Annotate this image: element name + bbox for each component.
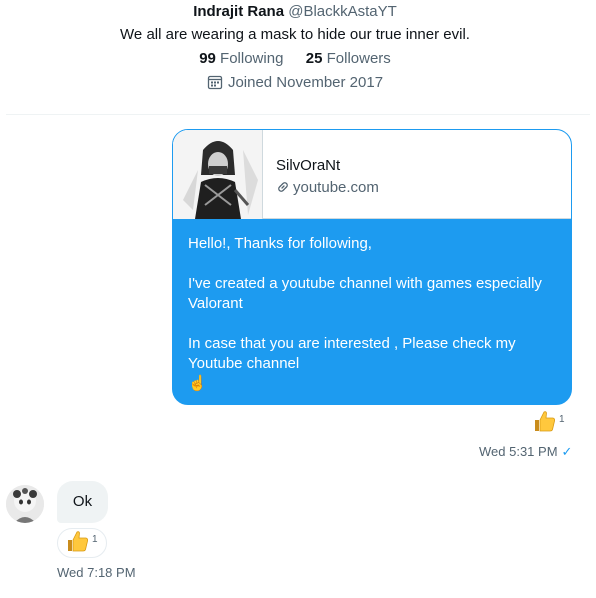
profile-stats: 99 Following 25 Followers [0, 50, 590, 67]
profile-name-line: Indrajit Rana @BlackkAstaYT [0, 3, 590, 20]
outgoing-message-bubble[interactable]: SilvOraNt youtube.com Hello!, Thanks for… [172, 129, 572, 405]
joined-date: Joined November 2017 [0, 74, 590, 94]
divider [6, 114, 590, 115]
link-preview-card[interactable]: SilvOraNt youtube.com [173, 130, 571, 219]
outgoing-message-text: Hello!, Thanks for following, I've creat… [188, 234, 563, 394]
calendar-icon [207, 74, 223, 94]
incoming-message-bubble[interactable]: Ok [57, 481, 108, 523]
seen-check-icon: ✓ [561, 444, 573, 459]
followers-link[interactable]: 25 Followers [306, 50, 391, 67]
following-label: Following [220, 50, 284, 67]
link-preview-title[interactable]: SilvOraNt [276, 157, 340, 174]
followers-count: 25 [305, 50, 323, 67]
message-line: Hello!, Thanks for following, [188, 235, 372, 252]
following-link[interactable]: 99 Following [199, 50, 287, 67]
message-line: I've created a youtube channel with game… [188, 275, 542, 312]
link-preview-url[interactable]: youtube.com [276, 179, 379, 198]
pointing-up-emoji: ☝️ [188, 375, 207, 392]
followers-label: Followers [326, 50, 391, 67]
timestamp-text: Wed 5:31 PM [479, 444, 558, 459]
joined-text: Joined November 2017 [227, 74, 384, 91]
profile-handle[interactable]: @BlackkAstaYT [288, 3, 397, 20]
reaction-count: 1 [92, 533, 98, 545]
message-line: In case that you are interested , Please… [188, 335, 516, 372]
message-reaction[interactable]: 1 [524, 408, 572, 438]
message-reaction[interactable]: 1 [57, 528, 107, 558]
link-url-text: youtube.com [293, 179, 379, 196]
profile-bio: We all are wearing a mask to hide our tr… [120, 26, 470, 43]
link-icon [276, 180, 290, 198]
following-count: 99 [199, 50, 216, 67]
link-preview-thumbnail[interactable] [173, 130, 263, 219]
reaction-count: 1 [559, 413, 565, 425]
message-timestamp: Wed 7:18 PM [57, 565, 136, 580]
message-timestamp: Wed 5:31 PM ✓ [479, 444, 572, 460]
profile-name[interactable]: Indrajit Rana [193, 3, 284, 20]
thumbs-up-icon [533, 409, 557, 438]
avatar[interactable] [6, 485, 44, 523]
thumbs-up-icon [66, 529, 90, 558]
